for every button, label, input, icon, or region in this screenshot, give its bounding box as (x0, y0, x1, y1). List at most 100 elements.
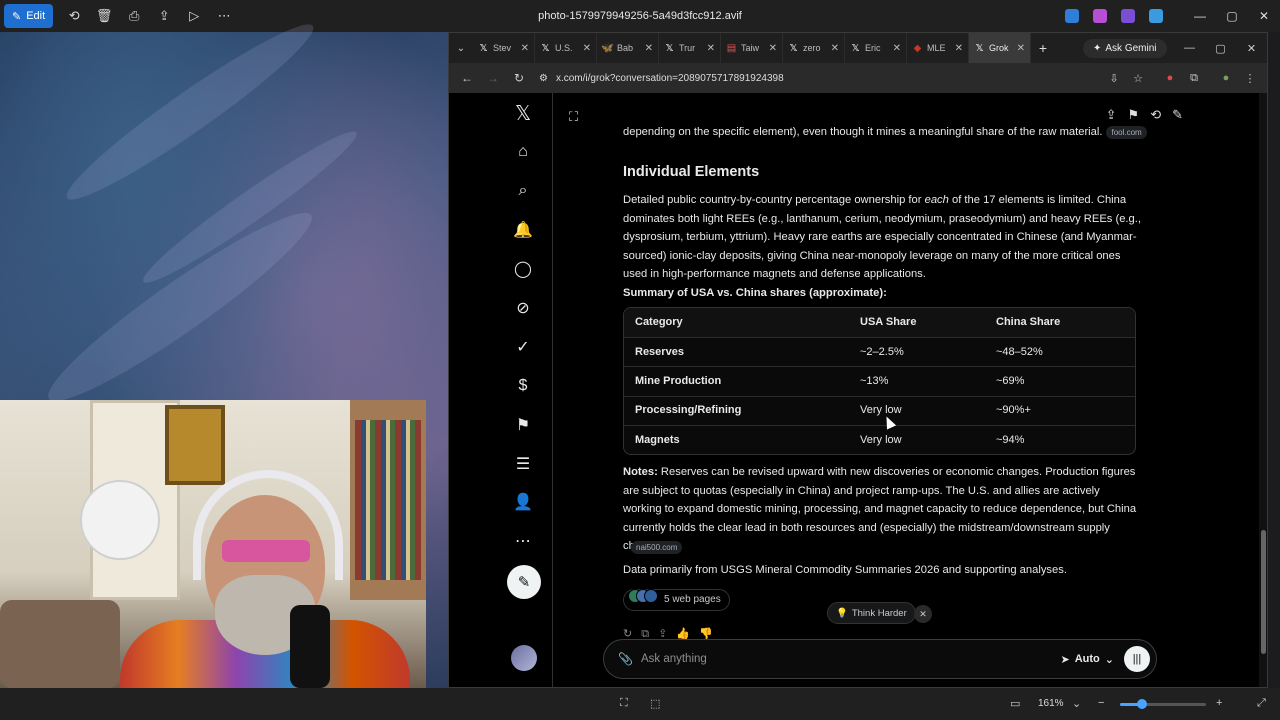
chevron-down-icon[interactable]: ⌄ (1072, 697, 1081, 710)
maximize-button[interactable]: ▢ (1216, 0, 1248, 32)
new-chat-icon[interactable]: ✎ (1172, 107, 1183, 123)
history-icon[interactable]: ⟲ (1150, 107, 1161, 123)
body-paragraph: Detailed public country-by-country perce… (623, 194, 1141, 281)
browser-tab[interactable]: 𝕏 Stev ✕ (473, 33, 535, 63)
fullscreen-icon[interactable]: ⤢ (1257, 697, 1266, 710)
forward-icon[interactable]: → (481, 71, 505, 85)
close-tab-icon[interactable]: ✕ (645, 43, 653, 54)
address-bar: ← → ↻ ⚙ x.com/i/grok?conversation=2089075… (449, 63, 1267, 93)
crop-icon[interactable]: ⛶ (620, 697, 628, 710)
verified-icon[interactable]: ✓ (511, 335, 535, 359)
ask-gemini-button[interactable]: ✦ Ask Gemini (1083, 38, 1167, 58)
cloud-icon[interactable] (1149, 9, 1163, 23)
close-tab-icon[interactable]: ✕ (831, 43, 839, 54)
avatar[interactable] (511, 645, 537, 671)
compose-button[interactable]: ✎ (507, 565, 541, 599)
x-icon: 𝕏 (975, 42, 984, 54)
app-icon[interactable] (1065, 9, 1079, 23)
install-icon[interactable]: ⇩ (1103, 72, 1125, 85)
web-pages-button[interactable]: 5 web pages (623, 589, 730, 611)
home-icon[interactable]: ⌂ (511, 140, 535, 164)
browser-tab-active[interactable]: 𝕏 Grok ✕ (969, 33, 1031, 63)
browser-tab[interactable]: ▤ Taiw ✕ (721, 33, 783, 63)
mode-select[interactable]: ➤ Auto ⌄ (1061, 653, 1114, 666)
browser-tab[interactable]: 🦋 Bab ✕ (597, 33, 659, 63)
share-icon[interactable]: ⇪ (149, 4, 179, 28)
minimize-button[interactable]: — (1184, 0, 1216, 32)
app-icon[interactable] (1121, 9, 1135, 23)
edit-button[interactable]: ✎ Edit (4, 4, 54, 28)
adblock-icon[interactable]: ● (1159, 72, 1181, 84)
profile-icon[interactable]: 👤 (511, 490, 535, 514)
select-icon[interactable]: ⬚ (650, 697, 660, 710)
site-icon (644, 589, 658, 604)
url-field[interactable]: ⚙ x.com/i/grok?conversation=2089075717891… (539, 66, 1101, 90)
attach-icon[interactable]: 📎 (618, 652, 633, 666)
close-button[interactable]: ✕ (1236, 42, 1267, 55)
bookmark-star-icon[interactable]: ☆ (1127, 72, 1149, 85)
zoom-out-icon[interactable]: − (1098, 697, 1104, 709)
think-harder-button[interactable]: 💡 Think Harder (827, 602, 916, 624)
close-tab-icon[interactable]: ✕ (893, 43, 901, 54)
new-tab-button[interactable]: + (1031, 40, 1055, 56)
close-button[interactable]: ✕ (1248, 0, 1280, 32)
extensions-icon[interactable]: ⧉ (1183, 72, 1205, 85)
bookmark-icon[interactable]: ⚑ (511, 413, 535, 437)
zoom-slider[interactable] (1120, 699, 1206, 709)
close-tab-icon[interactable]: ✕ (769, 43, 777, 54)
chevron-down-icon: ⌄ (1104, 653, 1114, 666)
x-logo-icon[interactable]: 𝕏 (511, 101, 535, 125)
app-icon[interactable] (1093, 9, 1107, 23)
back-icon[interactable]: ← (455, 71, 479, 85)
column-header: Category (635, 316, 683, 329)
browser-tab[interactable]: 𝕏zero ✕ (783, 33, 845, 63)
zoom-in-icon[interactable]: + (1216, 697, 1222, 709)
expand-icon[interactable]: ⛶ (569, 109, 578, 125)
grok-icon[interactable]: ⊘ (511, 296, 535, 320)
voice-button[interactable]: ||| (1124, 646, 1150, 672)
browser-tab[interactable]: 𝕏 Trur ✕ (659, 33, 721, 63)
print-icon[interactable]: ⎙ (119, 4, 149, 28)
site-info-icon[interactable]: ⚙ (539, 73, 548, 84)
rotate-icon[interactable]: ⟲ (59, 4, 89, 28)
profile-icon[interactable]: ● (1215, 72, 1237, 84)
chat-icon[interactable]: ◯ (511, 257, 535, 281)
maximize-button[interactable]: ▢ (1205, 42, 1236, 55)
source-chip[interactable]: nai500.com (631, 541, 683, 554)
dismiss-icon[interactable]: ✕ (914, 605, 932, 623)
money-icon[interactable]: $ (511, 374, 535, 398)
menu-icon[interactable]: ⋮ (1239, 72, 1261, 85)
more-icon[interactable]: ⋯ (209, 4, 239, 28)
table-row: Magnets Very low ~94% (624, 424, 1135, 454)
browser-tab[interactable]: 𝕏 Eric ✕ (845, 33, 907, 63)
close-tab-icon[interactable]: ✕ (1017, 43, 1025, 54)
search-icon[interactable]: ⌕ (511, 179, 535, 203)
bookmark-icon[interactable]: ⚑ (1128, 107, 1140, 123)
source-chip[interactable]: fool.com (1106, 126, 1147, 139)
delete-icon[interactable]: 🗑 (89, 4, 119, 28)
browser-tab[interactable]: 𝕏 U.S. ✕ (535, 33, 597, 63)
scrollbar-thumb[interactable] (1261, 530, 1266, 654)
close-tab-icon[interactable]: ✕ (955, 43, 963, 54)
notifications-icon[interactable]: 🔔 (511, 218, 535, 242)
grok-page: 𝕏 ⌂ ⌕ 🔔 ◯ ⊘ ✓ $ ⚑ ☰ 👤 ⋯ ✎ ⛶ ⇪ ⚑ ⟲ ✎ depe… (449, 93, 1261, 687)
bluesky-icon: 🦋 (601, 42, 614, 54)
notes-paragraph: Notes: Reserves can be revised upward wi… (623, 466, 1137, 552)
close-tab-icon[interactable]: ✕ (707, 43, 715, 54)
x-icon: 𝕏 (789, 42, 798, 54)
share-icon[interactable]: ⇪ (1106, 107, 1117, 123)
lists-icon[interactable]: ☰ (511, 452, 535, 476)
ask-input[interactable] (640, 653, 1061, 665)
tab-list-icon[interactable]: ⌄ (449, 43, 473, 54)
close-tab-icon[interactable]: ✕ (521, 43, 529, 54)
browser-tab[interactable]: ◆ MLE ✕ (907, 33, 969, 63)
fit-icon[interactable]: ▭ (1010, 697, 1020, 710)
minimize-button[interactable]: — (1174, 42, 1205, 54)
more-icon[interactable]: ⋯ (511, 529, 535, 553)
close-tab-icon[interactable]: ✕ (583, 43, 591, 54)
zoom-slider-knob[interactable] (1136, 699, 1147, 709)
scrollbar[interactable] (1259, 93, 1267, 687)
zoom-level[interactable]: 161% (1038, 698, 1064, 709)
reload-icon[interactable]: ↻ (507, 71, 531, 85)
slideshow-icon[interactable]: ▷ (179, 4, 209, 28)
